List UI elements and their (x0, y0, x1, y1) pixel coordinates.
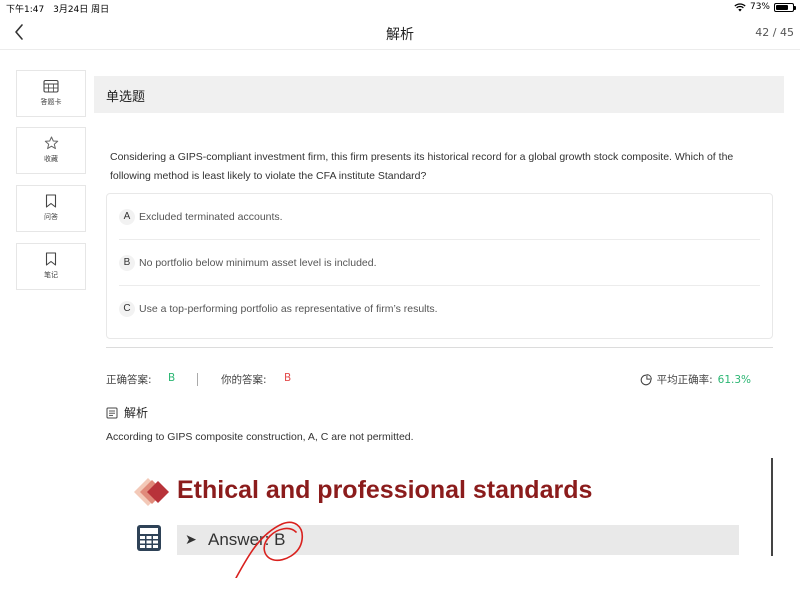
battery-percent: 73% (749, 2, 770, 12)
analysis-title: 解析 (124, 406, 149, 420)
option-letter: B (119, 254, 135, 271)
sidebar-item-label: 问答 (44, 213, 58, 221)
correct-answer-value: B (168, 372, 176, 384)
nav-bar: 解析 42 / 45 (0, 16, 800, 50)
pie-chart-icon (640, 373, 652, 385)
bookmark-icon (45, 194, 57, 208)
status-left: 下午1:47 3月24日 周日 (6, 2, 115, 15)
sidebar-item-answer-card[interactable]: 答题卡 (16, 70, 86, 117)
status-time: 下午1:47 (6, 5, 45, 15)
sidebar-item-qa[interactable]: 问答 (16, 185, 86, 232)
accuracy-label: 平均正确率: (656, 374, 713, 386)
sidebar-item-favorite[interactable]: 收藏 (16, 127, 86, 174)
calculator-icon (137, 525, 161, 551)
page-title: 解析 (386, 27, 414, 43)
option-a[interactable]: A Excluded terminated accounts. (119, 194, 760, 240)
correct-answer-label: 正确答案: (106, 374, 152, 386)
arrow-bullet-icon: ➤ (185, 532, 197, 548)
sidebar-item-label: 笔记 (44, 271, 58, 279)
analysis-slide-image: Ethical and professional standards ➤ Ans… (128, 466, 748, 578)
question-type-header: 单选题 (94, 76, 784, 113)
your-answer-label: 你的答案: (221, 374, 267, 386)
sidebar-item-label: 收藏 (44, 155, 58, 163)
sidebar-item-notes[interactable]: 笔记 (16, 243, 86, 290)
diamond-logo-icon (134, 478, 169, 506)
status-right: 73% (734, 2, 796, 12)
document-icon (106, 407, 118, 418)
accuracy-value: 61.3% (717, 373, 751, 386)
bookmark-icon (45, 252, 57, 266)
answer-row: 正确答案: B 你的答案: B 平均正确率: 61.3% (106, 372, 773, 388)
status-date: 3月24日 周日 (53, 5, 110, 15)
option-text: Excluded terminated accounts. (139, 210, 283, 223)
analysis-text: According to GIPS composite construction… (106, 431, 414, 443)
status-bar: 下午1:47 3月24日 周日 73% (0, 0, 800, 16)
answer-separator (197, 373, 198, 386)
sidebar-item-label: 答题卡 (40, 98, 62, 106)
option-b[interactable]: B No portfolio below minimum asset level… (119, 240, 760, 286)
calendar-grid-icon (43, 79, 59, 93)
battery-level (776, 4, 788, 10)
option-c[interactable]: C Use a top-performing portfolio as repr… (119, 286, 760, 332)
analysis-heading: 解析 (106, 404, 148, 421)
question-counter: 42 / 45 (755, 26, 794, 39)
accuracy-stat: 平均正确率: 61.3% (640, 372, 751, 387)
red-circle-annotation-icon (235, 521, 304, 578)
your-answer-value: B (284, 372, 292, 384)
question-text: Considering a GIPS-compliant investment … (110, 151, 734, 182)
option-text: Use a top-performing portfolio as repres… (139, 303, 438, 315)
options-list: A Excluded terminated accounts. B No por… (106, 193, 773, 339)
scrollbar[interactable] (771, 458, 773, 556)
slide-title: Ethical and professional standards (177, 476, 593, 504)
option-text: No portfolio below minimum asset level i… (139, 256, 377, 269)
option-letter: A (119, 208, 135, 225)
option-letter: C (119, 301, 135, 317)
star-icon (44, 136, 58, 150)
wifi-icon (734, 2, 746, 11)
divider (106, 347, 773, 348)
battery-icon (774, 2, 796, 12)
